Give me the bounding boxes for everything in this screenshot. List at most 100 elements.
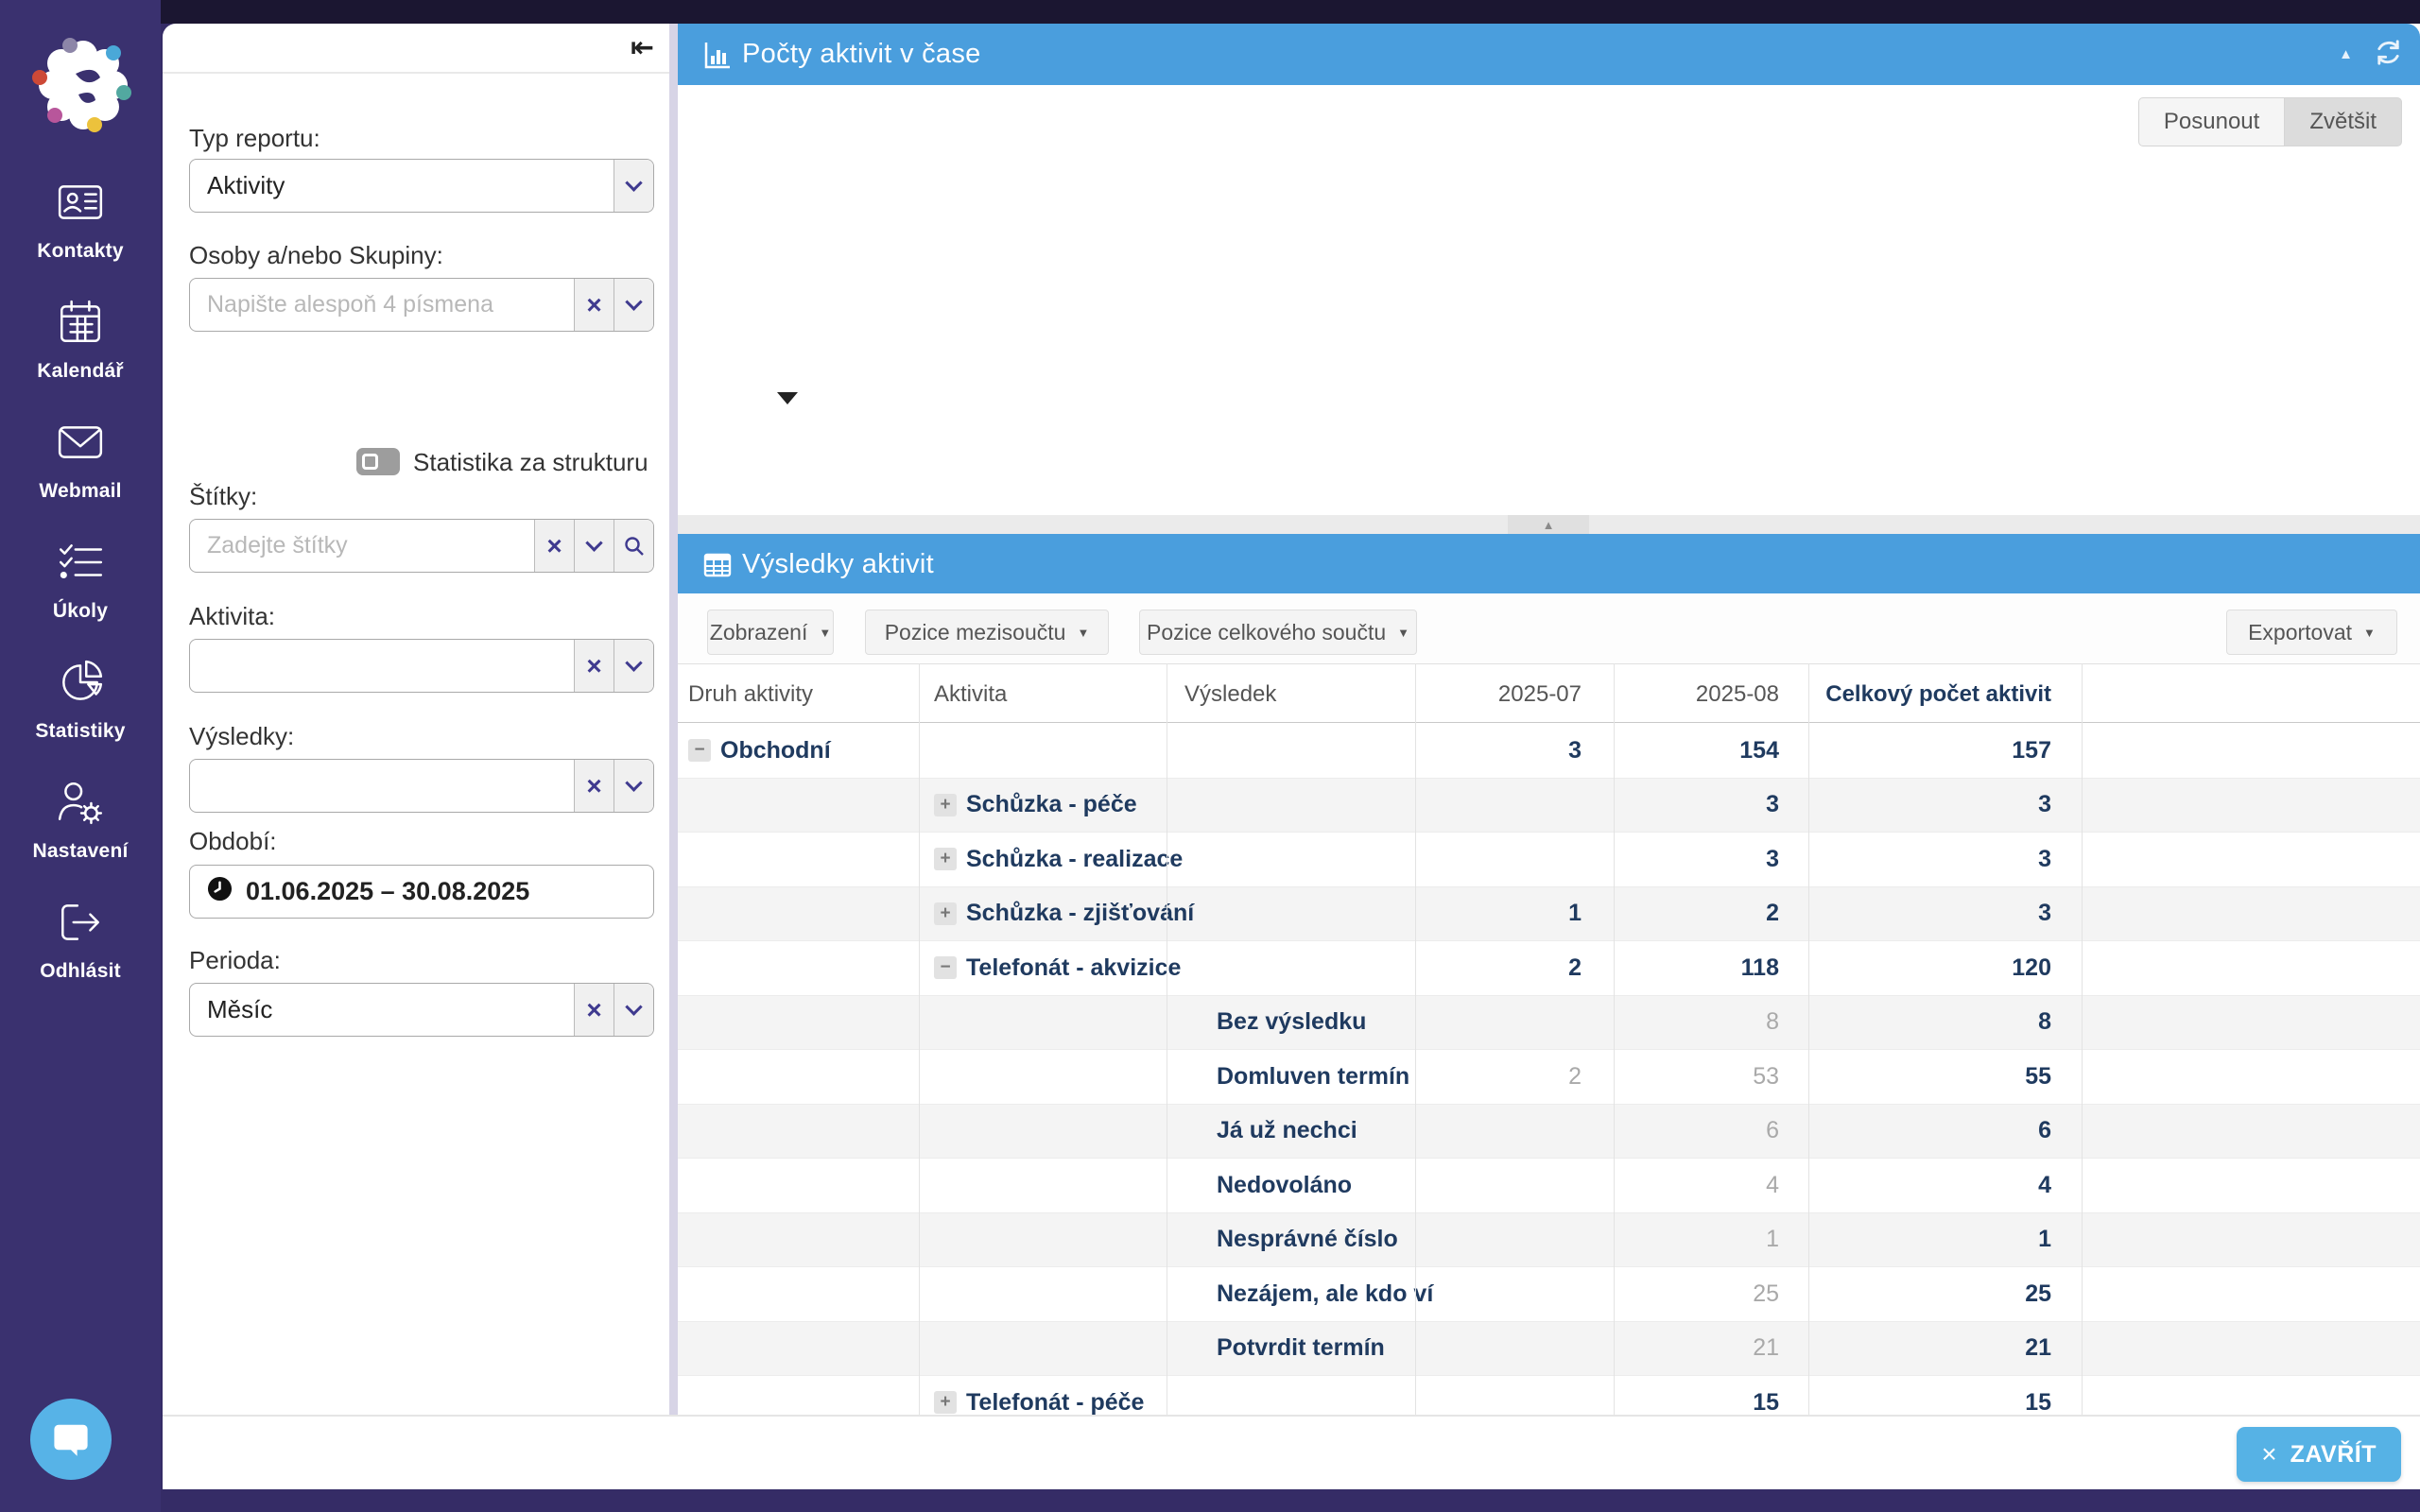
splitter-handle[interactable]: ▲ xyxy=(1508,515,1589,534)
clear-icon[interactable]: × xyxy=(574,279,614,331)
clear-icon[interactable]: × xyxy=(574,640,614,692)
expand-row-icon[interactable]: + xyxy=(934,794,957,816)
column-header[interactable]: Celkový počet aktivit xyxy=(1811,664,2066,724)
sidebar-item-label: Úkoly xyxy=(53,600,108,623)
sidebar-item-label: Kontakty xyxy=(37,240,123,263)
typ-reportu-label: Typ reportu: xyxy=(189,124,320,153)
expand-row-icon[interactable]: + xyxy=(934,848,957,870)
dark-backdrop-strip xyxy=(161,0,2420,24)
clear-icon[interactable]: × xyxy=(534,520,574,572)
table-row[interactable]: Potvrdit termín 21 21 xyxy=(678,1322,2420,1377)
sidebar-item-statistiky[interactable]: Statistiky xyxy=(0,658,161,764)
column-header[interactable]: 2025-08 xyxy=(1616,664,1792,724)
filter-panel-header: ⇤ xyxy=(163,24,669,74)
statistika-toggle[interactable] xyxy=(356,448,400,475)
collapse-row-icon[interactable]: − xyxy=(688,739,711,762)
table-panel-title: Výsledky aktivit xyxy=(742,549,934,580)
search-icon[interactable] xyxy=(614,520,653,572)
exportovat-button[interactable]: Exportovat▼ xyxy=(2226,610,2397,655)
chevron-down-icon[interactable] xyxy=(614,640,653,692)
expand-row-icon[interactable]: + xyxy=(934,902,957,925)
dropdown-icon: ▼ xyxy=(819,626,831,640)
chat-bubble-button[interactable] xyxy=(30,1399,112,1480)
sidebar-item-label: Nastavení xyxy=(32,840,128,863)
statistika-toggle-label: Statistika za strukturu xyxy=(413,448,648,477)
column-header[interactable]: Druh aktivity xyxy=(688,664,813,724)
chevron-down-icon[interactable] xyxy=(614,160,653,212)
table-panel: Výsledky aktivit Zobrazení▼ Pozice mezis… xyxy=(678,534,2420,1415)
chat-bubble-icon xyxy=(50,1417,92,1463)
sidebar-item-ukoly[interactable]: Úkoly xyxy=(0,538,161,644)
close-icon: × xyxy=(2261,1439,2276,1469)
sidebar-item-webmail[interactable]: Webmail xyxy=(0,418,161,524)
sidebar-item-label: Odhlásit xyxy=(40,960,121,983)
sidebar-item-nastaveni[interactable]: Nastavení xyxy=(0,778,161,884)
table-row[interactable]: −Telefonát - akvizice 2 118 120 xyxy=(678,941,2420,996)
table-row[interactable]: +Schůzka - realizace 3 3 xyxy=(678,833,2420,887)
sidebar-item-kalendar[interactable]: Kalendář xyxy=(0,298,161,404)
collapse-row-icon[interactable]: − xyxy=(934,956,957,979)
pie-chart-icon xyxy=(56,658,105,712)
pozice-celkoveho-souctu-button[interactable]: Pozice celkového součtu▼ xyxy=(1139,610,1417,655)
zobrazeni-button[interactable]: Zobrazení▼ xyxy=(707,610,834,655)
panel-scrollbar[interactable] xyxy=(669,24,678,1415)
sidebar-item-label: Webmail xyxy=(39,480,121,503)
panel-splitter[interactable]: ▲ xyxy=(678,515,2420,534)
app-logo[interactable] xyxy=(26,28,140,142)
table-row[interactable]: Nezájem, ale kdo ví 25 25 xyxy=(678,1267,2420,1322)
chevron-down-icon[interactable] xyxy=(614,279,653,331)
clear-icon[interactable]: × xyxy=(574,984,614,1036)
table-row[interactable]: +Schůzka - zjišťování 1 2 3 xyxy=(678,887,2420,942)
aktivita-input[interactable]: × xyxy=(189,639,654,693)
checklist-icon xyxy=(56,538,105,592)
chevron-down-icon[interactable] xyxy=(614,760,653,812)
sidebar-item-kontakty[interactable]: Kontakty xyxy=(0,178,161,284)
collapse-panel-icon[interactable]: ⇤ xyxy=(631,31,654,64)
osoby-label: Osoby a/nebo Skupiny: xyxy=(189,241,443,270)
table-row[interactable]: −Obchodní 3 154 157 xyxy=(678,724,2420,779)
logout-icon xyxy=(56,898,105,952)
table-row[interactable]: Já už nechci 6 6 xyxy=(678,1105,2420,1160)
perioda-select[interactable]: Měsíc × xyxy=(189,983,654,1037)
table-row[interactable]: Bez výsledku 8 8 xyxy=(678,996,2420,1051)
typ-reportu-select[interactable]: Aktivity xyxy=(189,159,654,213)
zavrit-button[interactable]: × ZAVŘÍT xyxy=(2237,1427,2401,1482)
table-row[interactable]: +Schůzka - péče 3 3 xyxy=(678,779,2420,833)
table-row[interactable]: Nedovoláno 4 4 xyxy=(678,1159,2420,1213)
table-body: −Obchodní 3 154 157 +Schůzka - péče 3 3 … xyxy=(678,724,2420,1415)
collapse-widget-icon[interactable]: ▲ xyxy=(2339,46,2353,62)
chart-panel: Počty aktivit v čase ▲ Posunout Zvětšit xyxy=(678,24,2420,515)
chart-panel-header: Počty aktivit v čase ▲ xyxy=(678,24,2420,85)
posunout-button[interactable]: Posunout xyxy=(2138,97,2285,146)
dropdown-icon: ▼ xyxy=(1397,626,1409,640)
pozice-mezisouctu-button[interactable]: Pozice mezisoučtu▼ xyxy=(865,610,1109,655)
table-toolbar: Zobrazení▼ Pozice mezisoučtu▼ Pozice cel… xyxy=(678,593,2420,663)
column-header[interactable]: Výsledek xyxy=(1184,664,1276,724)
refresh-icon[interactable] xyxy=(2374,38,2403,72)
zvetsit-button[interactable]: Zvětšit xyxy=(2285,97,2402,146)
expand-row-icon[interactable]: + xyxy=(934,1391,957,1414)
typ-reportu-value: Aktivity xyxy=(190,171,614,200)
table-row[interactable]: Domluven termín 2 53 55 xyxy=(678,1050,2420,1105)
stitky-label: Štítky: xyxy=(189,482,257,511)
clear-icon[interactable]: × xyxy=(574,760,614,812)
table-row[interactable]: +Telefonát - péče 15 15 xyxy=(678,1376,2420,1415)
vysledky-input[interactable]: × xyxy=(189,759,654,813)
chevron-down-icon[interactable] xyxy=(614,984,653,1036)
obdobi-picker[interactable]: 01.06.2025 – 30.08.2025 xyxy=(189,865,654,919)
stitky-input[interactable]: Zadejte štítky × xyxy=(189,519,654,573)
table-header-row: Druh aktivity Aktivita Výsledek 2025-07 … xyxy=(678,663,2420,723)
chevron-down-icon[interactable] xyxy=(574,520,614,572)
bar-chart-icon xyxy=(702,40,733,75)
stitky-placeholder: Zadejte štítky xyxy=(190,532,534,559)
column-header[interactable]: Aktivita xyxy=(934,664,1007,724)
column-header[interactable]: 2025-07 xyxy=(1418,664,1598,724)
sidebar-item-odhlasit[interactable]: Odhlásit xyxy=(0,898,161,1004)
table-row[interactable]: Nesprávné číslo 1 1 xyxy=(678,1213,2420,1268)
expand-more-icon[interactable] xyxy=(777,392,798,404)
osoby-input[interactable]: Napište alespoň 4 písmena × xyxy=(189,278,654,332)
table-grid-icon xyxy=(702,550,733,585)
clock-icon xyxy=(207,876,233,908)
sidebar-item-label: Statistiky xyxy=(35,720,125,743)
table-panel-header: Výsledky aktivit xyxy=(678,534,2420,595)
